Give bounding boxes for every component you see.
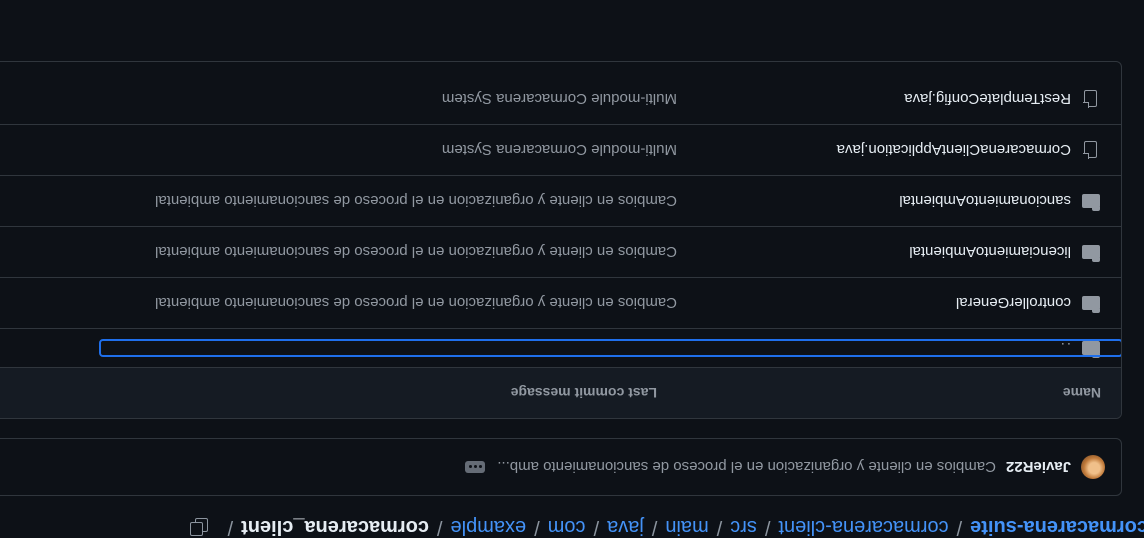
folder-icon [1082,296,1100,310]
breadcrumb-separator: / [716,516,723,538]
file-table: Name Last commit message .. controllerGe… [0,61,1122,419]
breadcrumb-separator: / [764,516,771,538]
parent-directory-row[interactable]: .. [0,328,1122,367]
file-name-link[interactable]: RestTemplateConfig.java [677,91,1081,108]
ellipsis-icon [478,465,482,469]
breadcrumb-link-module[interactable]: cormacarena-client [778,516,948,538]
page-root: cormacarena-suite / cormacarena-client /… [0,0,1144,538]
row-commit-message[interactable]: Cambios en cliente y organizacion en el … [155,244,677,261]
breadcrumb-link-src[interactable]: src [730,516,757,538]
copy-path-icon[interactable] [188,518,210,536]
breadcrumb-current: cormacarena_client [241,516,429,538]
breadcrumb-separator: / [651,516,658,538]
file-name-link[interactable]: CormacarenaClientApplication.java [677,142,1081,159]
table-row[interactable]: sancionamientoAmbiental Cambios en clien… [0,175,1121,226]
ellipsis-icon [473,465,477,469]
table-row[interactable]: CormacarenaClientApplication.java Multi-… [0,124,1121,175]
file-icon [1084,90,1098,108]
table-row[interactable]: licenciamientoAmbiental Cambios en clien… [0,226,1121,277]
avatar[interactable] [1081,455,1105,479]
breadcrumb-link-repo[interactable]: cormacarena-suite [970,516,1144,538]
row-commit-message[interactable]: Cambios en cliente y organizacion en el … [155,295,677,312]
breadcrumb-separator: / [436,516,443,538]
folder-icon [1082,194,1100,208]
file-name-link[interactable]: sancionamientoAmbiental [677,193,1081,210]
folder-icon [1082,341,1100,355]
file-name-link[interactable]: controllerGeneral [677,295,1081,312]
row-commit-message[interactable]: Multi-module Cormacarena System [442,91,677,108]
file-name-link[interactable]: licenciamientoAmbiental [677,244,1081,261]
row-commit-message[interactable]: Multi-module Cormacarena System [442,142,677,159]
column-header-name: Name [1062,385,1101,401]
column-header-last-commit-message: Last commit message [510,385,657,401]
commit-author[interactable]: JavieR22 [1006,459,1071,476]
breadcrumb-separator: / [227,516,234,538]
breadcrumb-link-main[interactable]: main [665,516,708,538]
breadcrumb-separator: / [956,516,963,538]
ellipsis-icon [468,465,472,469]
breadcrumb-link-java[interactable]: java [607,516,644,538]
table-row[interactable]: controllerGeneral Cambios en cliente y o… [0,277,1121,328]
row-commit-message[interactable]: Cambios en cliente y organizacion en el … [155,193,677,210]
table-row[interactable]: RestTemplateConfig.java Multi-module Cor… [0,74,1121,124]
table-header: Name Last commit message [0,367,1121,418]
expand-commit-message-button[interactable] [465,461,486,473]
file-icon [1084,141,1098,159]
latest-commit-bar: JavieR22 Cambios en cliente y organizaci… [0,438,1122,496]
breadcrumb-separator: / [593,516,600,538]
commit-message[interactable]: Cambios en cliente y organizacion en el … [497,459,996,476]
breadcrumb-link-example[interactable]: example [451,516,527,538]
breadcrumb-separator: / [534,516,540,538]
folder-icon [1082,245,1100,259]
breadcrumb: cormacarena-suite / cormacarena-client /… [0,516,1144,538]
breadcrumb-link-com[interactable]: com [548,516,586,538]
parent-directory-link[interactable]: .. [677,340,1081,357]
